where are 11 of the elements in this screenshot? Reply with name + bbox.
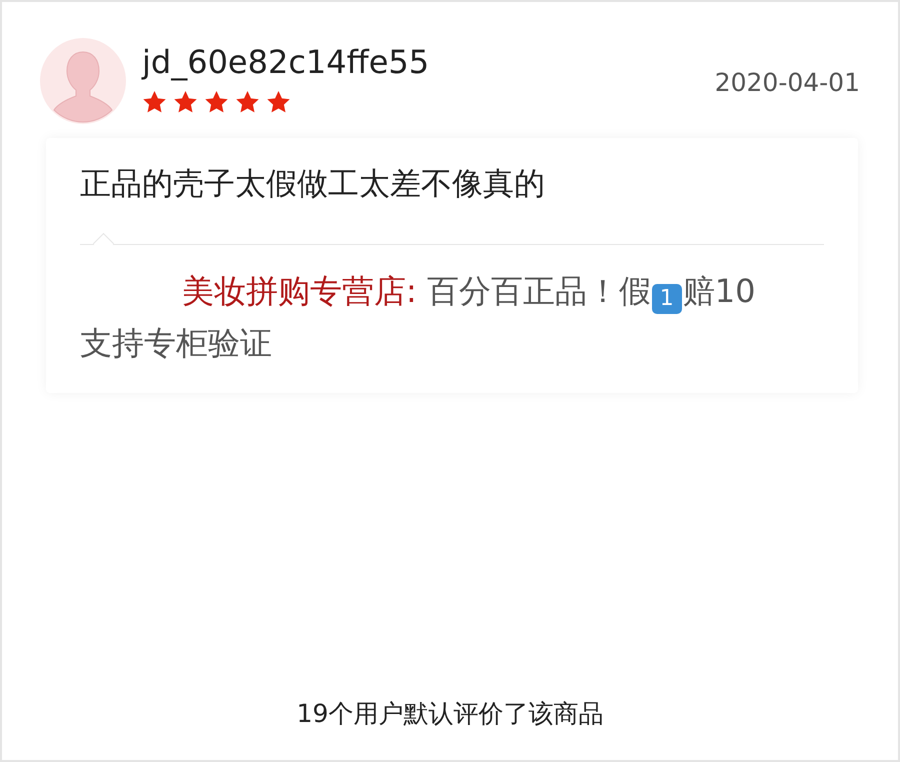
star-icon xyxy=(173,90,198,115)
username: jd_60e82c14ffe55 xyxy=(142,42,430,82)
review-text: 正品的壳子太假做工太差不像真的 xyxy=(80,165,546,204)
star-icon xyxy=(204,90,229,115)
star-icon xyxy=(142,90,167,115)
review-date: 2020-04-01 xyxy=(714,68,860,97)
footer-note: 19个用户默认评价了该商品 xyxy=(296,698,604,730)
seller-reply: 美妆拼购专营店: 百分百正品！假 1 赔10支持专柜验证 xyxy=(80,271,756,364)
avatar-icon xyxy=(40,38,126,124)
star-icon xyxy=(266,90,291,115)
star-icon xyxy=(235,90,260,115)
